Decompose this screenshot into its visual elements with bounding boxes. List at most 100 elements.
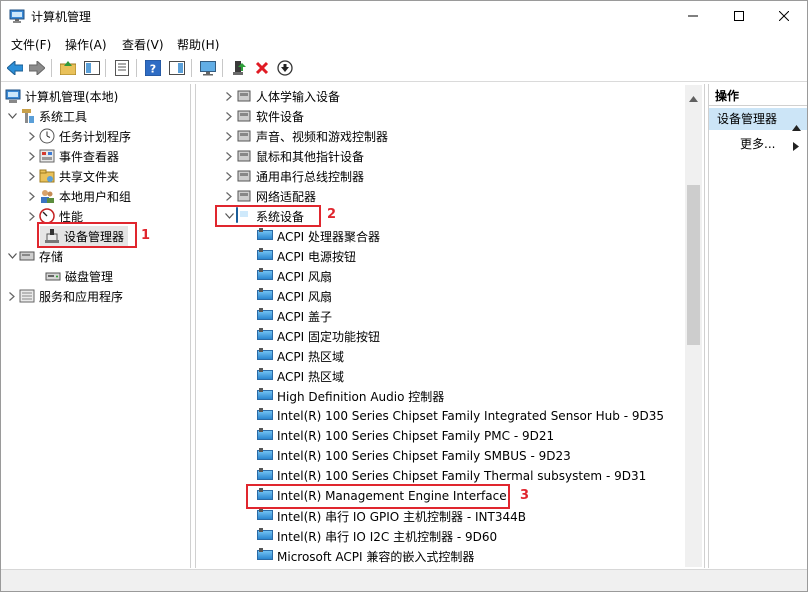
system-device-icon (257, 428, 273, 444)
menu-file[interactable]: 文件(F) (11, 36, 51, 53)
system-tools-icon (19, 108, 35, 124)
chevron-right-icon[interactable] (222, 166, 236, 186)
tree-item-event-viewer[interactable]: 事件查看器 (25, 146, 119, 166)
tree-label-event-viewer: 事件查看器 (59, 149, 120, 164)
device-row[interactable]: Intel(R) 100 Series Chipset Family Integ… (257, 406, 664, 426)
menu-help[interactable]: 帮助(H) (177, 36, 219, 53)
device-label: ACPI 热区域 (277, 369, 344, 384)
tree-root-label: 计算机管理(本地) (25, 89, 119, 104)
show-hide-action-pane-icon[interactable] (167, 58, 187, 78)
status-bar (1, 569, 807, 591)
chevron-right-icon[interactable] (25, 186, 39, 206)
device-row[interactable]: ACPI 风扇 (257, 266, 332, 286)
tree-item-disk-management[interactable]: 磁盘管理 (45, 266, 113, 286)
device-row[interactable]: Intel(R) 100 Series Chipset Family Therm… (257, 466, 646, 486)
device-category-row[interactable]: 通用串行总线控制器 (222, 166, 364, 186)
device-category-row[interactable]: 人体学输入设备 (222, 86, 340, 106)
tree-root[interactable]: 计算机管理(本地) (5, 86, 118, 106)
device-category-row[interactable]: 声音、视频和游戏控制器 (222, 126, 388, 146)
device-category-row[interactable]: 网络适配器 (222, 186, 316, 206)
tree-item-services-applications[interactable]: 服务和应用程序 (5, 286, 123, 306)
computer-management-app-icon (9, 8, 25, 24)
chevron-right-icon[interactable] (25, 126, 39, 146)
tree-label-services-applications: 服务和应用程序 (39, 289, 124, 304)
disk-management-icon (45, 268, 61, 284)
chevron-right-icon[interactable] (222, 86, 236, 106)
console-tree-panel: 计算机管理(本地) 系统工具 任务计划程序 事件查看器 共享文件夹 本地用户和组… (2, 84, 191, 568)
device-label: Intel(R) 100 Series Chipset Family SMBUS… (277, 449, 571, 463)
device-row[interactable]: ACPI 盖子 (257, 306, 332, 326)
chevron-right-icon[interactable] (222, 146, 236, 166)
annotation-label-1: 1 (141, 228, 151, 243)
tree-item-storage[interactable]: 存储 (5, 246, 63, 266)
maximize-button[interactable] (716, 1, 762, 31)
action-pane: 操作 设备管理器 更多... (708, 84, 807, 568)
tree-label-shared-folders: 共享文件夹 (59, 169, 120, 184)
device-row[interactable]: ACPI 固定功能按钮 (257, 326, 380, 346)
menu-action[interactable]: 操作(A) (65, 36, 107, 53)
tree-item-system-tools[interactable]: 系统工具 (5, 106, 87, 126)
tree-item-local-users-groups[interactable]: 本地用户和组 (25, 186, 131, 206)
forward-arrow-icon[interactable] (27, 58, 47, 78)
device-row[interactable]: ACPI 热区域 (257, 366, 344, 386)
device-row[interactable]: Intel(R) 100 Series Chipset Family PMC -… (257, 426, 554, 446)
device-category-label: 声音、视频和游戏控制器 (256, 129, 389, 144)
minimize-button[interactable] (670, 1, 716, 31)
scrollbar-thumb[interactable] (687, 185, 700, 345)
device-row[interactable]: Microsoft ACPI 兼容的嵌入式控制器 (257, 546, 474, 566)
vertical-scrollbar[interactable] (685, 85, 702, 567)
tree-item-shared-folders[interactable]: 共享文件夹 (25, 166, 119, 186)
submenu-arrow-icon[interactable] (793, 140, 799, 154)
device-category-label: 软件设备 (256, 109, 305, 124)
device-row[interactable]: ACPI 处理器聚合器 (257, 226, 380, 246)
show-hide-tree-icon[interactable] (82, 58, 102, 78)
chevron-down-icon[interactable] (5, 246, 19, 266)
up-folder-icon[interactable] (58, 58, 78, 78)
properties-icon[interactable] (112, 58, 132, 78)
chevron-right-icon[interactable] (25, 146, 39, 166)
device-row[interactable]: Intel(R) 串行 IO I2C 主机控制器 - 9D60 (257, 526, 497, 546)
device-category-row[interactable]: 鼠标和其他指针设备 (222, 146, 364, 166)
device-row[interactable]: Intel(R) 100 Series Chipset Family SMBUS… (257, 446, 571, 466)
system-device-icon (257, 348, 273, 364)
device-row[interactable]: ACPI 电源按钮 (257, 246, 356, 266)
close-button[interactable] (761, 1, 807, 31)
uninstall-device-icon[interactable] (252, 58, 272, 78)
device-label: ACPI 风扇 (277, 269, 332, 284)
chevron-right-icon[interactable] (222, 106, 236, 126)
menu-view[interactable]: 查看(V) (122, 36, 164, 53)
device-label: ACPI 风扇 (277, 289, 332, 304)
collapse-up-icon[interactable] (792, 116, 801, 138)
shared-folder-icon (39, 168, 55, 184)
hid-icon (236, 88, 252, 104)
services-icon (19, 288, 35, 304)
action-pane-device-manager[interactable]: 设备管理器 (709, 108, 807, 131)
chevron-right-icon[interactable] (222, 126, 236, 146)
system-device-icon (257, 268, 273, 284)
scroll-up-arrow-icon[interactable] (689, 91, 698, 105)
device-label: Intel(R) 100 Series Chipset Family Integ… (277, 409, 664, 423)
device-row[interactable]: High Definition Audio 控制器 (257, 386, 444, 406)
device-category-row[interactable]: 软件设备 (222, 106, 304, 126)
chevron-down-icon[interactable] (5, 106, 19, 126)
toolbar: ? (1, 55, 807, 82)
action-more[interactable]: 更多... (740, 134, 775, 154)
software-device-icon (236, 108, 252, 124)
update-driver-icon[interactable] (229, 58, 249, 78)
tree-item-task-scheduler[interactable]: 任务计划程序 (25, 126, 131, 146)
scan-hardware-icon[interactable] (198, 58, 218, 78)
chevron-right-icon[interactable] (25, 166, 39, 186)
device-label: ACPI 热区域 (277, 349, 344, 364)
help-icon[interactable]: ? (143, 58, 163, 78)
tree-label-task-scheduler: 任务计划程序 (59, 129, 132, 144)
device-row[interactable]: ACPI 热区域 (257, 346, 344, 366)
chevron-right-icon[interactable] (5, 286, 19, 306)
chevron-right-icon[interactable] (222, 186, 236, 206)
device-row[interactable]: ACPI 风扇 (257, 286, 332, 306)
window-title: 计算机管理 (31, 10, 92, 24)
title-bar: 计算机管理 (1, 1, 807, 31)
back-arrow-icon[interactable] (5, 58, 25, 78)
device-row[interactable]: Intel(R) 串行 IO GPIO 主机控制器 - INT344B (257, 506, 526, 526)
device-label: Intel(R) 串行 IO I2C 主机控制器 - 9D60 (277, 529, 498, 544)
disable-device-icon[interactable] (275, 58, 295, 78)
